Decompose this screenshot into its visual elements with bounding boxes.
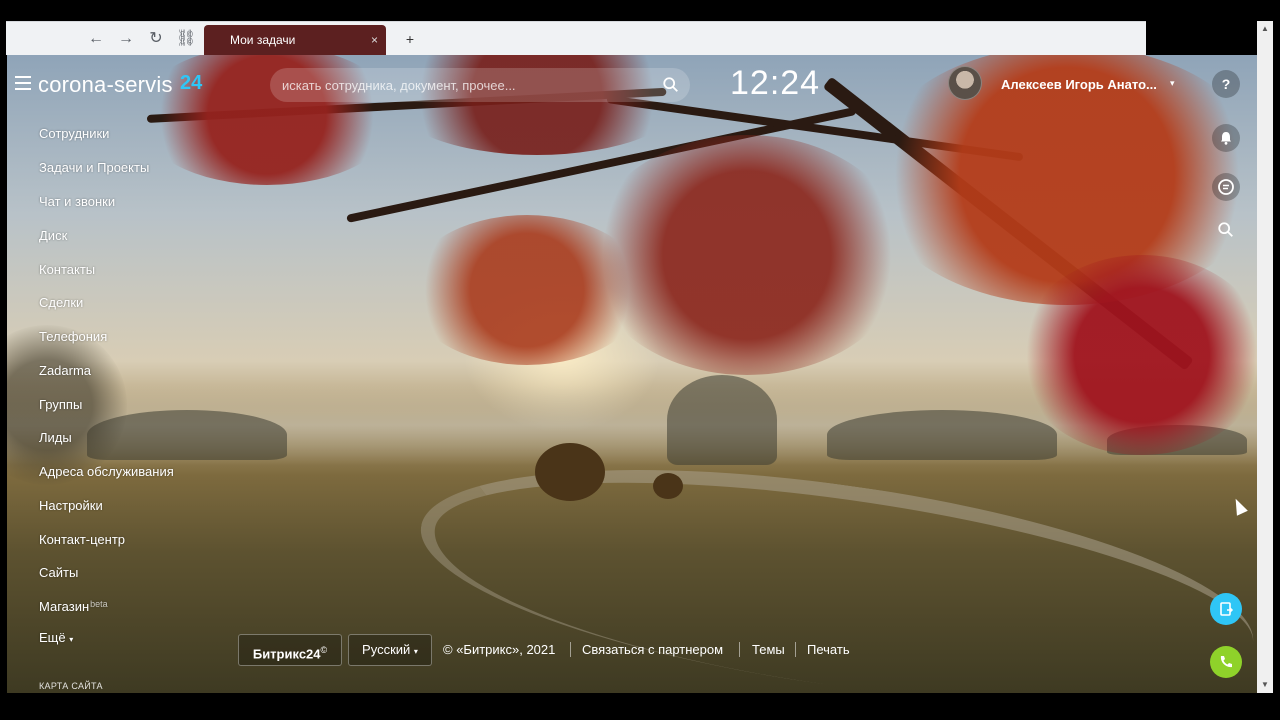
link-icon[interactable]: ⛓ (176, 29, 196, 49)
new-tab-button[interactable]: + (400, 29, 420, 49)
page-scrollbar[interactable]: ▲ ▼ (1257, 21, 1273, 693)
menu-item-telephony[interactable]: Телефония (39, 329, 107, 344)
copyright-text: © «Битрикс», 2021 (443, 642, 556, 657)
search-input[interactable] (282, 75, 652, 95)
menu-item-service-addresses[interactable]: Адреса обслуживания (39, 464, 174, 479)
scroll-up-icon[interactable]: ▲ (1257, 21, 1273, 37)
scroll-down-icon[interactable]: ▼ (1257, 677, 1273, 693)
themes-link[interactable]: Темы (752, 642, 785, 657)
menu-item-settings[interactable]: Настройки (39, 498, 103, 513)
bush (535, 443, 605, 501)
chevron-down-icon: ▾ (69, 635, 74, 644)
menu-item-tasks[interactable]: Задачи и Проекты (39, 160, 149, 175)
browser-toolbar: ← → ↻ ⛓ Мои задачи × + (6, 21, 1146, 56)
language-label: Русский (362, 642, 411, 657)
chat-icon[interactable] (1212, 173, 1240, 201)
chevron-down-icon[interactable]: ▾ (1170, 78, 1175, 89)
print-link[interactable]: Печать (807, 642, 850, 657)
menu-item-contact-center[interactable]: Контакт-центр (39, 532, 125, 547)
foliage (587, 135, 907, 375)
menu-burger-icon[interactable] (15, 76, 31, 90)
treeline (667, 375, 777, 465)
menu-item-chat[interactable]: Чат и звонки (39, 194, 115, 209)
menu-more-label: Ещё (39, 630, 66, 645)
chevron-down-icon: ▾ (413, 647, 418, 656)
footer-divider (795, 642, 796, 657)
search-icon[interactable] (1212, 216, 1240, 244)
document-icon[interactable] (1210, 593, 1242, 625)
menu-item-leads[interactable]: Лиды (39, 430, 72, 445)
footer-divider (739, 642, 740, 657)
partner-link[interactable]: Связаться с партнером (582, 642, 723, 657)
portal-logo[interactable]: corona-servis (38, 72, 173, 98)
foliage (1017, 255, 1257, 455)
arrow-right-icon[interactable]: → (116, 29, 136, 49)
treeline (827, 410, 1057, 460)
clock[interactable]: 12:24 (730, 64, 820, 103)
avatar[interactable] (948, 66, 982, 100)
phone-icon[interactable] (1210, 646, 1242, 678)
menu-item-groups[interactable]: Группы (39, 397, 82, 412)
brand-mark: © (320, 645, 328, 655)
sitemap-link[interactable]: КАРТА САЙТА (39, 681, 103, 691)
bell-icon[interactable] (1212, 124, 1240, 152)
footer-divider (570, 642, 571, 657)
menu-item-deals[interactable]: Сделки (39, 295, 83, 310)
menu-item-shop-label: Магазин (39, 599, 90, 614)
menu-item-shop[interactable]: Магазинbeta (39, 599, 108, 614)
user-name[interactable]: Алексеев Игорь Анато... (1001, 77, 1157, 92)
help-icon[interactable]: ? (1212, 70, 1240, 98)
bush (653, 473, 683, 499)
brand-label: Битрикс24 (252, 646, 321, 662)
menu-item-zadarma[interactable]: Zadarma (39, 363, 91, 378)
beta-badge: beta (90, 599, 108, 609)
page-background (7, 55, 1257, 693)
tab-title: Мои задачи (230, 33, 296, 47)
menu-item-sites[interactable]: Сайты (39, 565, 78, 580)
reload-icon[interactable]: ↻ (146, 29, 166, 49)
menu-item-disk[interactable]: Диск (39, 228, 67, 243)
menu-item-employees[interactable]: Сотрудники (39, 126, 109, 141)
browser-tab[interactable]: Мои задачи × (204, 25, 386, 56)
tab-close-icon[interactable]: × (371, 25, 378, 56)
menu-item-contacts[interactable]: Контакты (39, 262, 95, 277)
search-icon[interactable] (662, 76, 680, 94)
search-bar[interactable] (270, 68, 690, 102)
language-selector[interactable]: Русский ▾ (348, 634, 432, 666)
menu-more[interactable]: Ещё ▾ (39, 630, 73, 645)
logo-24-mark: 24 (180, 72, 203, 94)
bitrix24-brand-button[interactable]: Битрикс24© (238, 634, 342, 666)
arrow-left-icon[interactable]: ← (86, 29, 106, 49)
